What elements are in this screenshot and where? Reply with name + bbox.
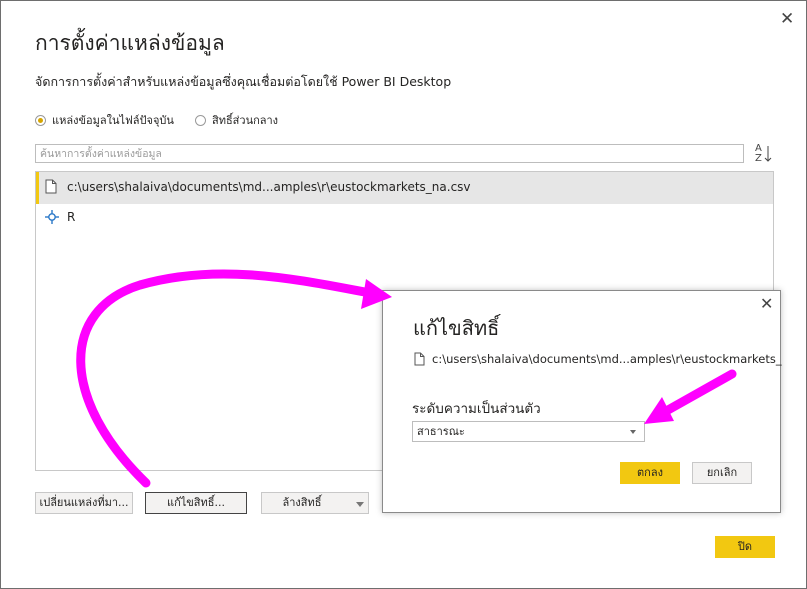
clear-permissions-button[interactable]: ล้างสิทธิ์ xyxy=(261,492,369,514)
radio-indicator[interactable] xyxy=(195,114,206,126)
edit-permissions-button[interactable]: แก้ไขสิทธิ์... xyxy=(145,492,247,514)
list-item-label[interactable]: c:\users\shalaiva\documents\md...amples\… xyxy=(67,180,471,194)
window-subtitle: จัดการการตั้งค่าสำหรับแหล่งข้อมูลซึ่งคุณ… xyxy=(35,74,452,89)
close-button[interactable]: ปิด xyxy=(715,536,775,558)
privacy-level-value: สาธารณะ xyxy=(417,425,465,438)
ok-button[interactable]: ตกลง xyxy=(620,462,680,484)
chevron-down-icon xyxy=(630,430,636,434)
file-icon xyxy=(414,351,425,370)
data-source-path: c:\users\shalaiva\documents\md...amples\… xyxy=(432,352,782,366)
dialog-close-icon[interactable]: ✕ xyxy=(760,296,773,312)
radio-indicator-selected[interactable] xyxy=(35,114,46,126)
r-source-icon xyxy=(44,209,60,229)
window-title: การตั้งค่าแหล่งข้อมูล xyxy=(35,31,225,55)
privacy-level-label: ระดับความเป็นส่วนตัว xyxy=(412,401,541,417)
edit-permissions-dialog: ✕ แก้ไขสิทธิ์ c:\users\shalaiva\document… xyxy=(382,290,782,513)
search-input[interactable]: ค้นหาการตั้งค่าแหล่งข้อมูล xyxy=(35,144,744,163)
dropdown-arrow-icon[interactable] xyxy=(356,502,364,507)
clear-permissions-label: ล้างสิทธิ์ xyxy=(282,496,322,509)
file-icon xyxy=(45,179,57,198)
sort-az-icon[interactable]: A Z xyxy=(752,143,774,164)
radio-label: สิทธิ์ส่วนกลาง xyxy=(212,114,279,127)
radio-label: แหล่งข้อมูลในไฟล์ปัจจุบัน xyxy=(52,114,174,127)
close-icon[interactable]: ✕ xyxy=(780,11,794,28)
cancel-button[interactable]: ยกเลิก xyxy=(692,462,752,484)
radio-current-file[interactable]: แหล่งข้อมูลในไฟล์ปัจจุบัน xyxy=(35,111,174,129)
privacy-level-select[interactable]: สาธารณะ xyxy=(412,421,645,442)
radio-global-permissions[interactable]: สิทธิ์ส่วนกลาง xyxy=(195,111,278,129)
change-source-button[interactable]: เปลี่ยนแหล่งที่มา... xyxy=(35,492,133,514)
dialog-title: แก้ไขสิทธิ์ xyxy=(413,316,500,340)
list-item-label[interactable]: R xyxy=(67,210,75,224)
